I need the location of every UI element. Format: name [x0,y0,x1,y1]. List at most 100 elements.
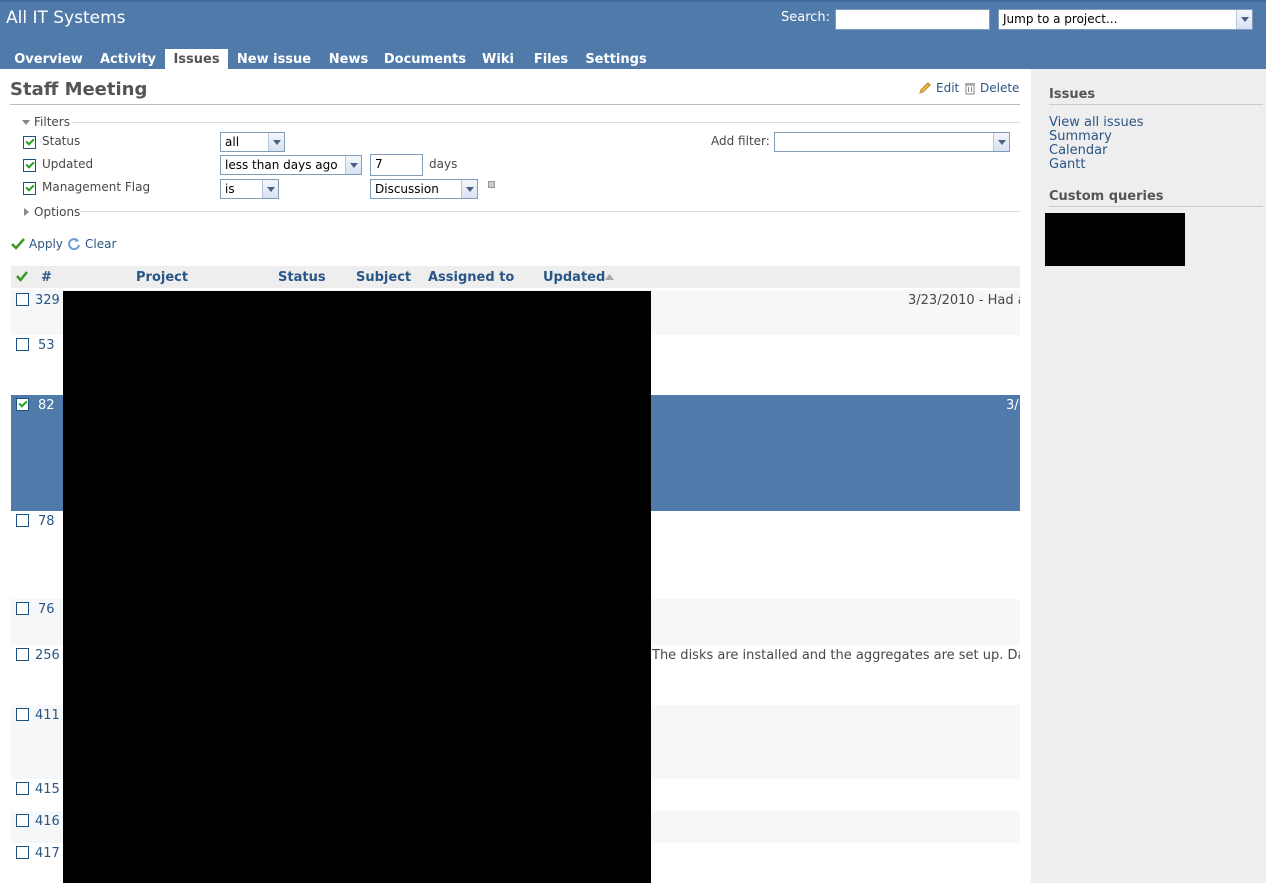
filter-status-operator[interactable]: all [220,132,285,152]
filters-divider [72,122,1020,123]
row-checkbox[interactable] [16,293,29,306]
apply-button[interactable]: Apply [11,237,63,251]
sidebar-divider [1049,104,1263,105]
tab-settings[interactable]: Settings [579,49,653,71]
row-checkbox[interactable] [16,814,29,827]
trash-icon [965,82,975,94]
edit-link[interactable]: Edit [918,81,959,95]
tab-documents[interactable]: Documents [379,49,471,71]
tab-files[interactable]: Files [525,49,577,71]
issue-id-link[interactable]: 82 [38,398,55,413]
sidebar-link-view-all-issues[interactable]: View all issues [1049,115,1143,130]
delete-link[interactable]: Delete [964,81,1019,95]
pencil-icon [919,82,931,94]
sort-ascending-icon [605,274,614,280]
clear-button[interactable]: Clear [67,237,116,251]
column-header-status[interactable]: Status [278,270,326,285]
row-notes: 3/ [1006,398,1019,413]
row-checkbox[interactable] [16,514,29,527]
triangle-right-icon [24,208,29,216]
filter-management-flag-label: Management Flag [42,180,151,194]
sidebar-link-gantt[interactable]: Gantt [1049,157,1085,172]
tab-issues[interactable]: Issues [165,49,228,71]
issue-table-header: # Project Status Subject Assigned to Upd… [11,266,1020,288]
row-checkbox[interactable] [16,648,29,661]
filter-updated-label: Updated [42,157,94,171]
filter-management-flag-checkbox[interactable] [23,182,36,195]
add-filter-label: Add filter: [711,134,770,148]
filter-updated-unit: days [429,157,458,171]
issue-id-link[interactable]: 256 [35,648,60,663]
filter-updated-operator-value: less than days ago [225,158,338,172]
sidebar: Issues View all issues Summary Calendar … [1031,69,1266,883]
options-legend: Options [34,205,81,219]
chevron-down-icon [1236,10,1252,29]
tab-new-issue[interactable]: New issue [230,49,318,71]
search-label: Search: [781,10,831,25]
issue-id-link[interactable]: 76 [38,602,55,617]
filter-management-flag-operator-value: is [225,182,235,196]
main-content: Staff Meeting Edit Delete Filters Status… [0,69,1031,883]
issue-id-link[interactable]: 411 [35,708,60,723]
issue-id-link[interactable]: 329 [35,293,60,308]
row-checkbox[interactable] [16,602,29,615]
redacted-area [1045,213,1185,266]
chevron-down-icon [993,133,1009,151]
page-title: Staff Meeting [10,79,148,100]
app-title[interactable]: All IT Systems [6,8,126,28]
issue-id-link[interactable]: 416 [35,814,60,829]
sidebar-link-summary[interactable]: Summary [1049,129,1112,144]
toggle-all-checkmark-icon[interactable] [16,271,28,282]
column-header-id[interactable]: # [41,270,52,285]
tab-overview[interactable]: Overview [6,49,91,71]
chevron-down-icon [345,156,361,174]
remove-filter-icon[interactable] [488,181,495,188]
title-divider [10,104,1020,105]
row-checkbox[interactable] [16,782,29,795]
edit-label: Edit [936,81,960,95]
delete-label: Delete [980,81,1020,95]
filter-management-flag-value[interactable]: Discussion [370,179,478,199]
tab-news[interactable]: News [320,49,377,71]
column-header-updated[interactable]: Updated [543,270,605,285]
row-checkbox[interactable] [16,708,29,721]
issue-id-link[interactable]: 415 [35,782,60,797]
issue-id-link[interactable]: 53 [38,338,55,353]
filter-updated-days-input[interactable]: 7 [370,154,423,176]
column-header-project[interactable]: Project [136,270,188,285]
search-input[interactable] [835,9,990,30]
filters-toggle[interactable]: Filters [22,115,70,129]
issue-id-link[interactable]: 417 [35,846,60,861]
tab-wiki[interactable]: Wiki [473,49,523,71]
filter-status-label: Status [42,134,81,148]
sidebar-link-calendar[interactable]: Calendar [1049,143,1107,158]
row-checkbox[interactable] [16,398,29,411]
jump-to-project-select[interactable]: Jump to a project... [998,9,1253,30]
column-header-subject[interactable]: Subject [356,270,411,285]
row-notes: The disks are installed and the aggregat… [652,648,1020,663]
options-divider [80,211,1020,212]
options-toggle[interactable]: Options [22,205,80,219]
filters-legend: Filters [34,115,70,129]
redacted-area [63,291,651,883]
checkmark-icon [11,238,25,250]
filter-updated-checkbox[interactable] [23,159,36,172]
chevron-down-icon [461,180,477,198]
filter-status-checkbox[interactable] [23,136,36,149]
tab-activity[interactable]: Activity [93,49,163,71]
filter-management-flag-operator[interactable]: is [220,179,279,199]
row-checkbox[interactable] [16,846,29,859]
row-notes: 3/23/2010 - Had a [908,293,1020,308]
add-filter-select[interactable] [774,132,1010,152]
top-header: All IT Systems Search: Jump to a project… [0,0,1266,71]
filter-management-flag-value-text: Discussion [375,182,439,196]
chevron-down-icon [268,133,284,151]
filter-updated-operator[interactable]: less than days ago [220,155,362,175]
triangle-down-icon [22,120,30,125]
sidebar-issues-heading: Issues [1049,87,1096,102]
column-header-assigned-to[interactable]: Assigned to [428,270,514,285]
jump-to-project-value: Jump to a project... [1003,12,1118,26]
row-checkbox[interactable] [16,338,29,351]
chevron-down-icon [262,180,278,198]
issue-id-link[interactable]: 78 [38,514,55,529]
